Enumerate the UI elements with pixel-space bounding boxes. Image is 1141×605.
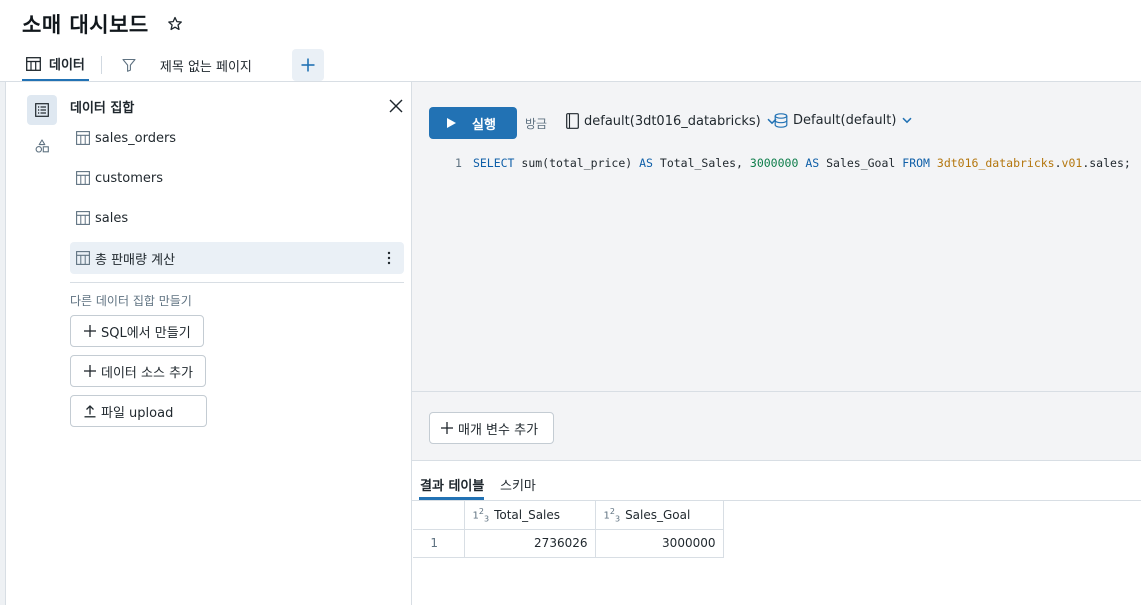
table-header-row: 123 Total_Sales 123 Sales_Goal	[413, 501, 724, 530]
tab-data[interactable]: 데이터	[22, 49, 89, 82]
tab-data-label: 데이터	[49, 58, 85, 73]
column-header-sales-goal[interactable]: 123 Sales_Goal	[595, 501, 724, 530]
schema-label: Default(default)	[793, 113, 897, 128]
add-parameter-button[interactable]: 매개 변수 추가	[429, 412, 554, 444]
create-dataset-label: 다른 데이터 집합 만들기	[70, 294, 192, 308]
code-text: .sales;	[1082, 156, 1131, 170]
panel-divider	[70, 282, 404, 283]
code-keyword: FROM	[902, 156, 930, 170]
table-icon	[76, 251, 90, 265]
run-label: 실행	[472, 117, 496, 133]
code-text: Sales_Goal	[819, 156, 903, 170]
column-label: Total_Sales	[494, 507, 561, 522]
dataset-label: sales	[95, 210, 129, 226]
cell-total-sales[interactable]: 2736026	[464, 529, 596, 558]
star-icon[interactable]	[165, 14, 185, 34]
left-edge	[0, 82, 6, 605]
editor-gutter-top	[412, 82, 1141, 93]
index-header	[413, 501, 465, 530]
upload-file-label: 파일 upload	[101, 405, 174, 421]
plus-icon	[301, 58, 315, 72]
kebab-icon[interactable]	[386, 250, 392, 266]
plus-icon	[84, 365, 96, 377]
dataset-label: sales_orders	[95, 130, 177, 146]
play-icon	[447, 118, 456, 128]
cell-sales-goal[interactable]: 3000000	[595, 529, 724, 558]
create-from-sql-label: SQL에서 만들기	[101, 325, 191, 341]
panel-title: 데이터 집합	[70, 101, 135, 116]
table-icon	[76, 171, 90, 185]
add-parameter-label: 매개 변수 추가	[458, 422, 539, 438]
code-keyword: AS	[639, 156, 653, 170]
code-line[interactable]: 1 SELECT sum(total_price) AS Total_Sales,…	[455, 156, 1131, 170]
filter-icon	[122, 58, 136, 72]
upload-icon	[84, 405, 96, 418]
table-icon	[26, 56, 41, 71]
code-table-ref: v01	[1061, 156, 1083, 170]
page-title: 소매 대시보드	[22, 13, 149, 37]
tab-untitled-page[interactable]: 제목 없는 페이지	[122, 49, 252, 81]
column-label: Sales_Goal	[625, 507, 691, 522]
close-icon[interactable]	[388, 98, 404, 114]
code-keyword: SELECT	[472, 156, 515, 170]
table-icon	[76, 131, 90, 145]
notebook-icon	[566, 113, 579, 129]
code-text: .	[1054, 156, 1062, 170]
table-icon	[76, 211, 90, 225]
results-table: 123 Total_Sales 123 Sales_Goal 1 2736026 3…	[413, 501, 724, 558]
dataset-item-sales[interactable]: sales	[70, 202, 404, 234]
tab-divider	[100, 56, 102, 74]
table-row: 1 2736026 3000000	[413, 529, 724, 558]
sql-editor[interactable]	[412, 93, 1141, 391]
dataset-list-icon[interactable]	[27, 95, 57, 125]
plus-icon	[84, 325, 96, 337]
last-run-time: 방금	[525, 117, 548, 131]
code-number: 3000000	[749, 156, 799, 170]
add-data-source-label: 데이터 소스 추가	[101, 365, 193, 381]
dataset-item-total-sales[interactable]: 총 판매량 계산	[70, 242, 404, 274]
tab-results-table[interactable]: 결과 테이블	[420, 475, 484, 494]
chevron-down-icon	[902, 117, 912, 124]
add-data-source-button[interactable]: 데이터 소스 추가	[70, 355, 206, 387]
upload-file-button[interactable]: 파일 upload	[70, 395, 207, 427]
tab-page-label: 제목 없는 페이지	[159, 59, 252, 75]
dataset-item-customers[interactable]: customers	[70, 162, 404, 194]
tab-schema[interactable]: 스키마	[500, 475, 536, 494]
add-page-button[interactable]	[291, 49, 324, 81]
shapes-icon[interactable]	[27, 131, 57, 161]
column-header-total-sales[interactable]: 123 Total_Sales	[464, 501, 596, 530]
catalog-selector[interactable]: default(3dt016_databricks)	[566, 113, 782, 129]
title-row: 소매 대시보드	[22, 9, 185, 39]
page-tabs: 데이터 제목 없는 페이지	[22, 48, 324, 82]
code-table-ref: 3dt016_databricks	[936, 156, 1055, 170]
schema-selector[interactable]: Default(default)	[774, 113, 917, 128]
dataset-label: 총 판매량 계산	[95, 252, 176, 268]
create-from-sql-button[interactable]: SQL에서 만들기	[70, 315, 204, 347]
dataset-label: customers	[95, 170, 163, 186]
integer-type-icon: 123	[603, 506, 621, 523]
integer-type-icon: 123	[472, 506, 490, 523]
database-icon	[774, 113, 788, 128]
dataset-item-sales-orders[interactable]: sales_orders	[70, 122, 404, 154]
line-number: 1	[455, 156, 462, 170]
row-index: 1	[413, 529, 465, 558]
app: 소매 대시보드 데이터 제목 없는 페이지 데이터 집합 sales_order…	[0, 0, 1141, 605]
code-keyword: AS	[805, 156, 820, 170]
run-button[interactable]: 실행	[429, 107, 517, 139]
plus-icon	[441, 422, 453, 434]
code-text: sum(total_price)	[514, 156, 640, 170]
catalog-label: default(3dt016_databricks)	[584, 113, 761, 129]
code-text: Total_Sales,	[652, 156, 750, 170]
